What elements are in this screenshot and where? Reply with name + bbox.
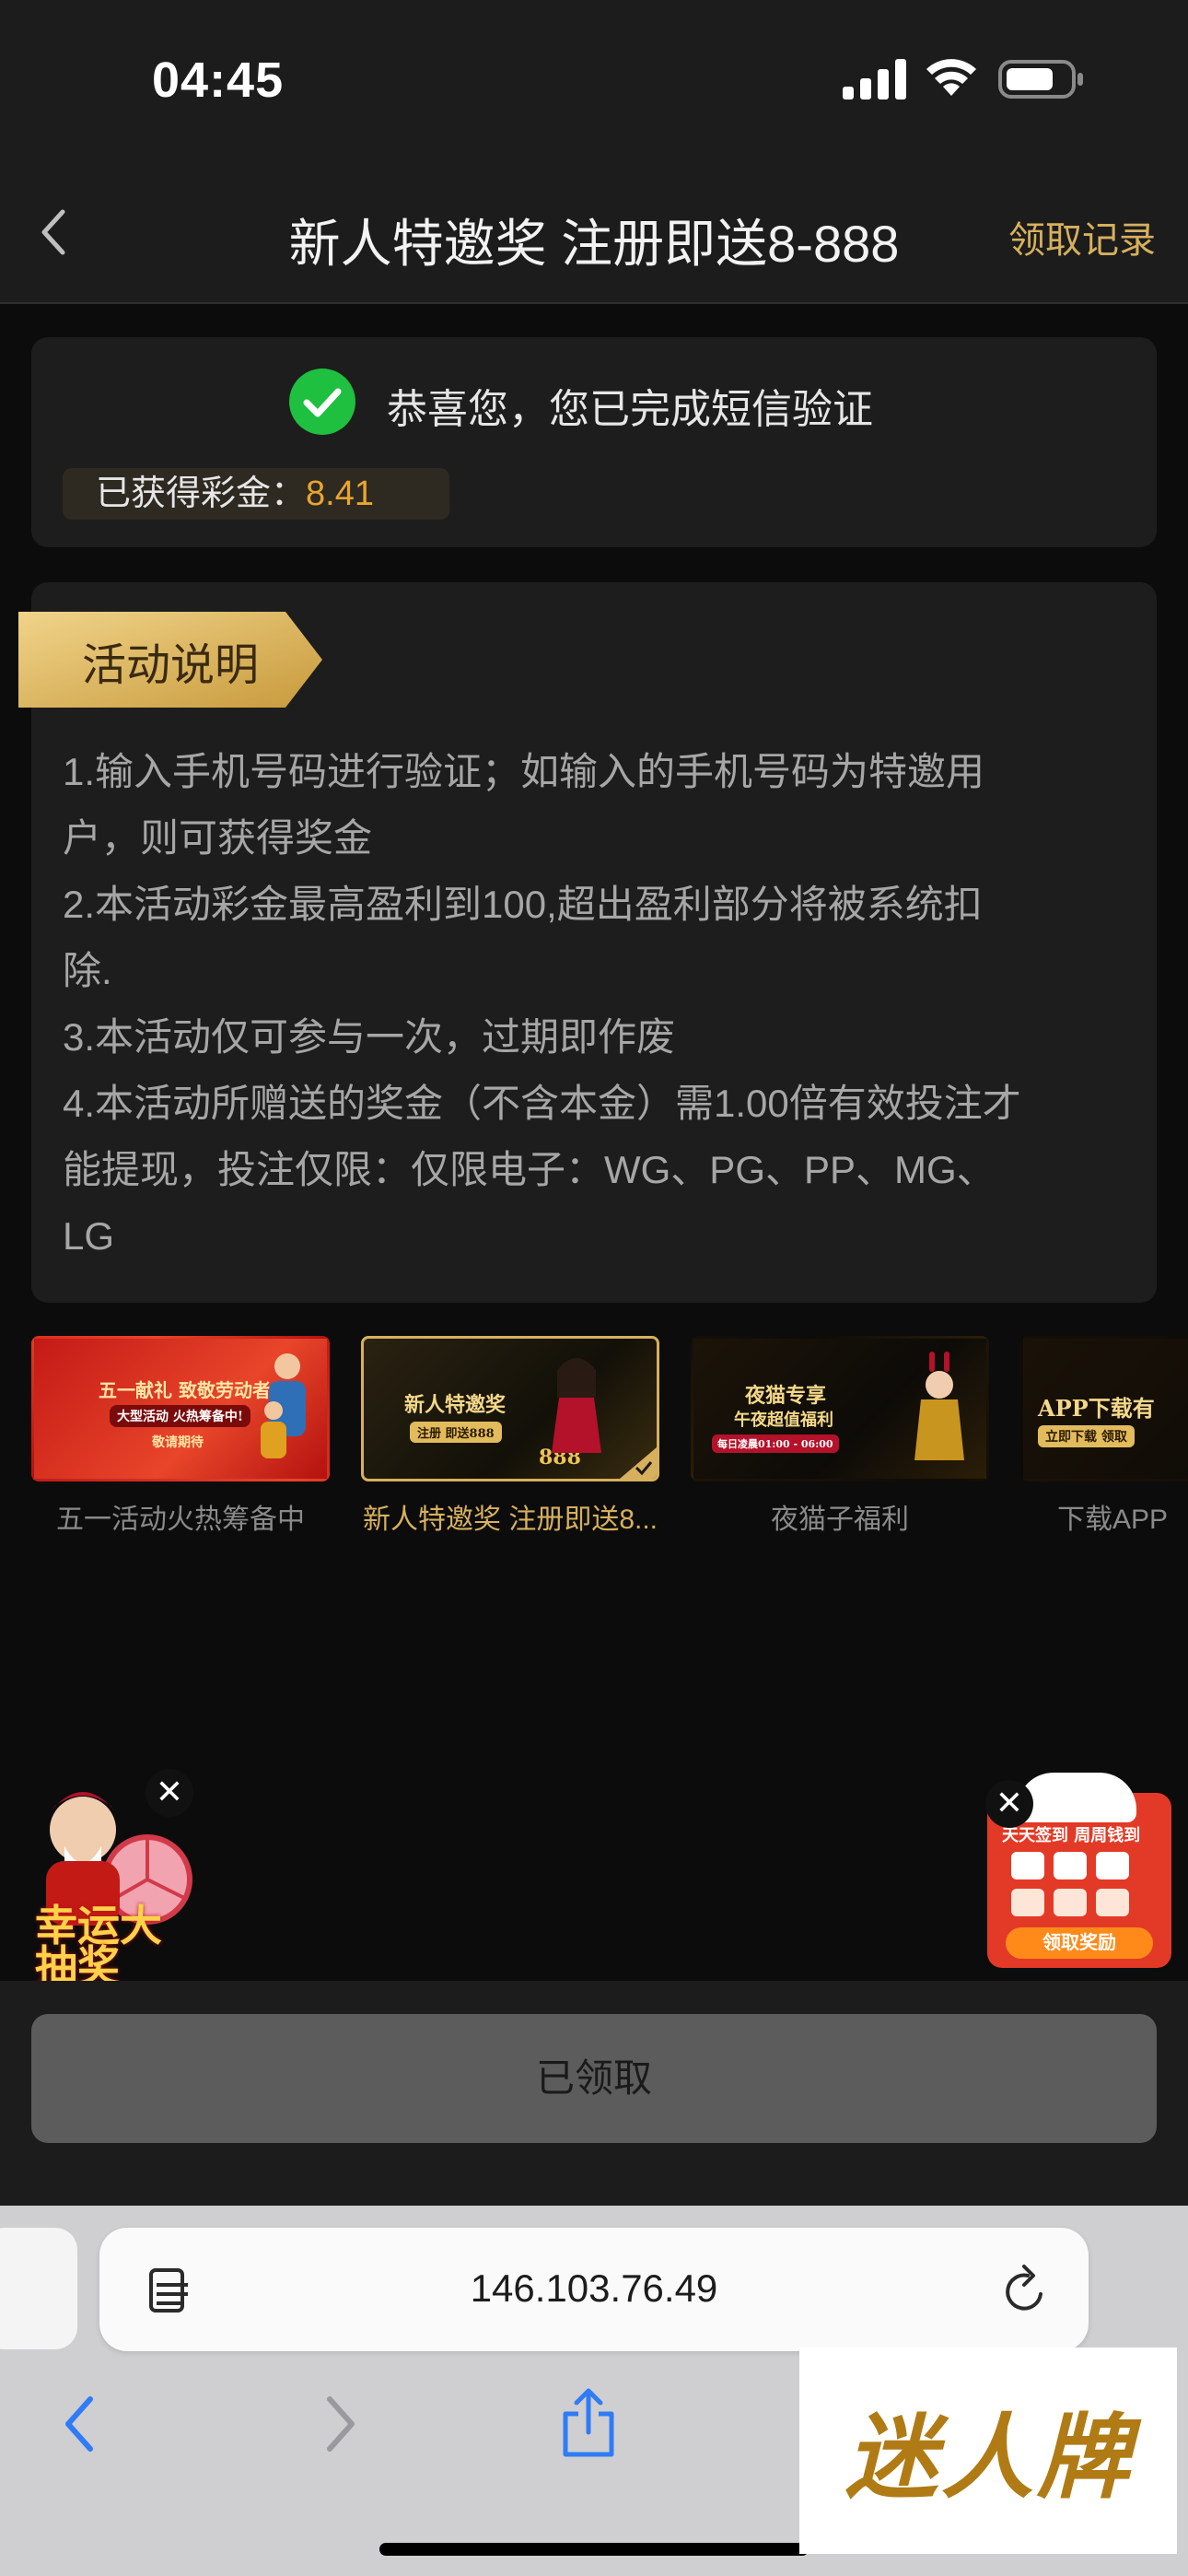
watermark-text: 迷人牌 <box>845 2403 1133 2512</box>
claimed-button[interactable]: 已领取 <box>31 2014 1157 2143</box>
home-indicator <box>379 2543 809 2556</box>
promo-thumb-sub: 敬请期待 <box>152 1435 204 1450</box>
lucky-draw-widget[interactable]: 幸运大抽奖 ✕ <box>9 1769 212 1987</box>
promo-thumb-badge: 立即下载 领取 <box>1038 1425 1135 1447</box>
rules-list: 1.输入手机号码进行验证；如输入的手机号码为特邀用 户，则可获得奖金 2.本活动… <box>63 739 1140 1270</box>
promo-item-night-owl[interactable]: 夜猫专享 午夜超值福利 每日凌晨01:00 - 06:00 夜猫子福利 <box>691 1336 989 1537</box>
bunny-girl-illustration-icon <box>914 1352 964 1460</box>
nav-bar: 新人特邀奖 注册即送8-888 领取记录 <box>0 166 1188 304</box>
rules-heading: 活动说明 <box>82 641 260 690</box>
promo-item-labor-day[interactable]: 五一献礼 致敬劳动者 大型活动 火热筹备中! 敬请期待 五一活动火热筹备中 <box>31 1336 330 1537</box>
people-illustration-icon <box>261 1353 306 1458</box>
selected-check-icon <box>620 1447 657 1479</box>
battery-icon <box>998 60 1083 99</box>
promo-label: 下载APP <box>1057 1505 1169 1535</box>
close-icon[interactable]: ✕ <box>985 1780 1033 1828</box>
promo-thumbnail: 新人特邀奖 注册 即送888 888 <box>361 1336 659 1481</box>
verify-message: 恭喜您，您已完成短信验证 <box>387 387 873 432</box>
cellular-signal-icon <box>843 59 906 100</box>
reload-icon[interactable] <box>1000 2263 1052 2318</box>
promo-thumbnail: 夜猫专享 午夜超值福利 每日凌晨01:00 - 06:00 <box>691 1336 989 1481</box>
bonus-value: 8.41 <box>306 474 374 513</box>
browser-forward-icon[interactable] <box>317 2392 363 2456</box>
rule-line: 除. <box>63 949 112 992</box>
rule-line: 3.本活动仅可参与一次，过期即作废 <box>63 1015 676 1059</box>
rule-line: 1.输入手机号码进行验证；如输入的手机号码为特邀用 <box>63 750 985 793</box>
previous-tab-edge[interactable] <box>0 2228 77 2349</box>
check-circle-icon <box>289 369 355 435</box>
rule-line: 户，则可获得奖金 <box>63 816 373 860</box>
promo-thumb-badge: 午夜超值福利 <box>734 1411 833 1430</box>
rule-line: 4.本活动所赠送的奖金（不含本金）需1.00倍有效投注才 <box>63 1082 1021 1125</box>
promo-label: 五一活动火热筹备中 <box>56 1505 305 1535</box>
promo-carousel[interactable]: 五一献礼 致敬劳动者 大型活动 火热筹备中! 敬请期待 五一活动火热筹备中 新人… <box>31 1336 1188 1539</box>
promo-thumb-title: 新人特邀奖 <box>404 1393 507 1417</box>
verification-card: 恭喜您，您已完成短信验证 已获得彩金：8.41 <box>31 337 1157 547</box>
rule-line: 能提现，投注仅限：仅限电子：WG、PG、PP、MG、 <box>63 1148 996 1191</box>
bonus-label: 已获得彩金： <box>96 474 307 513</box>
close-icon[interactable]: ✕ <box>146 1769 193 1817</box>
wifi-icon <box>926 59 976 96</box>
watermark: 迷人牌 <box>799 2348 1177 2554</box>
promo-thumb-badge: 注册 即送888 <box>410 1422 502 1443</box>
lucky-draw-label: 幸运大抽奖 <box>35 1901 162 1991</box>
share-icon[interactable] <box>560 2386 617 2460</box>
checkin-grid-icon <box>1011 1852 1129 1916</box>
claim-record-link[interactable]: 领取记录 <box>1008 210 1156 263</box>
promo-thumb-sub: 每日凌晨01:00 - 06:00 <box>712 1434 839 1453</box>
checkin-title: 天天签到 周周钱到 <box>1002 1826 1141 1845</box>
rule-line: 2.本活动彩金最高盈利到100,超出盈利部分将被系统扣 <box>63 883 983 926</box>
promo-label: 新人特邀奖 注册即送8... <box>362 1505 658 1535</box>
hostess-illustration-icon <box>552 1358 601 1453</box>
claim-reward-button[interactable]: 领取奖励 <box>1006 1927 1153 1959</box>
bottom-action-bar: 已领取 <box>0 1981 1188 2206</box>
status-bar: 04:45 <box>0 0 1188 166</box>
rule-line: LG <box>63 1214 115 1258</box>
promo-thumb-title: 夜猫专享 <box>745 1384 827 1408</box>
promo-thumbnail: APP下载有 立即下载 领取 <box>1020 1336 1188 1481</box>
rules-card: 活动说明 1.输入手机号码进行验证；如输入的手机号码为特邀用 户，则可获得奖金 … <box>18 582 1157 1303</box>
daily-checkin-widget[interactable]: 天天签到 周周钱到 领取奖励 ✕ <box>985 1773 1179 1968</box>
url-text: 146.103.76.49 <box>470 2266 718 2310</box>
bonus-badge: 已获得彩金：8.41 <box>63 468 449 520</box>
promo-item-download-app[interactable]: APP下载有 立即下载 领取 下载APP <box>1020 1336 1188 1537</box>
promo-thumb-title: APP下载有 <box>1038 1395 1155 1422</box>
status-time: 04:45 <box>152 53 285 108</box>
checkin-cap <box>1017 1773 1136 1822</box>
promo-thumb-badge: 大型活动 火热筹备中! <box>110 1405 251 1427</box>
promo-thumbnail: 五一献礼 致敬劳动者 大型活动 火热筹备中! 敬请期待 <box>31 1336 330 1481</box>
promo-item-newcomer[interactable]: 新人特邀奖 注册 即送888 888 新人特邀奖 注册即送8... <box>361 1336 659 1537</box>
browser-back-icon[interactable] <box>57 2392 103 2456</box>
promo-label: 夜猫子福利 <box>771 1505 909 1535</box>
promo-thumb-title: 五一献礼 致敬劳动者 <box>99 1379 271 1401</box>
address-bar[interactable]: 146.103.76.49 <box>99 2228 1089 2351</box>
